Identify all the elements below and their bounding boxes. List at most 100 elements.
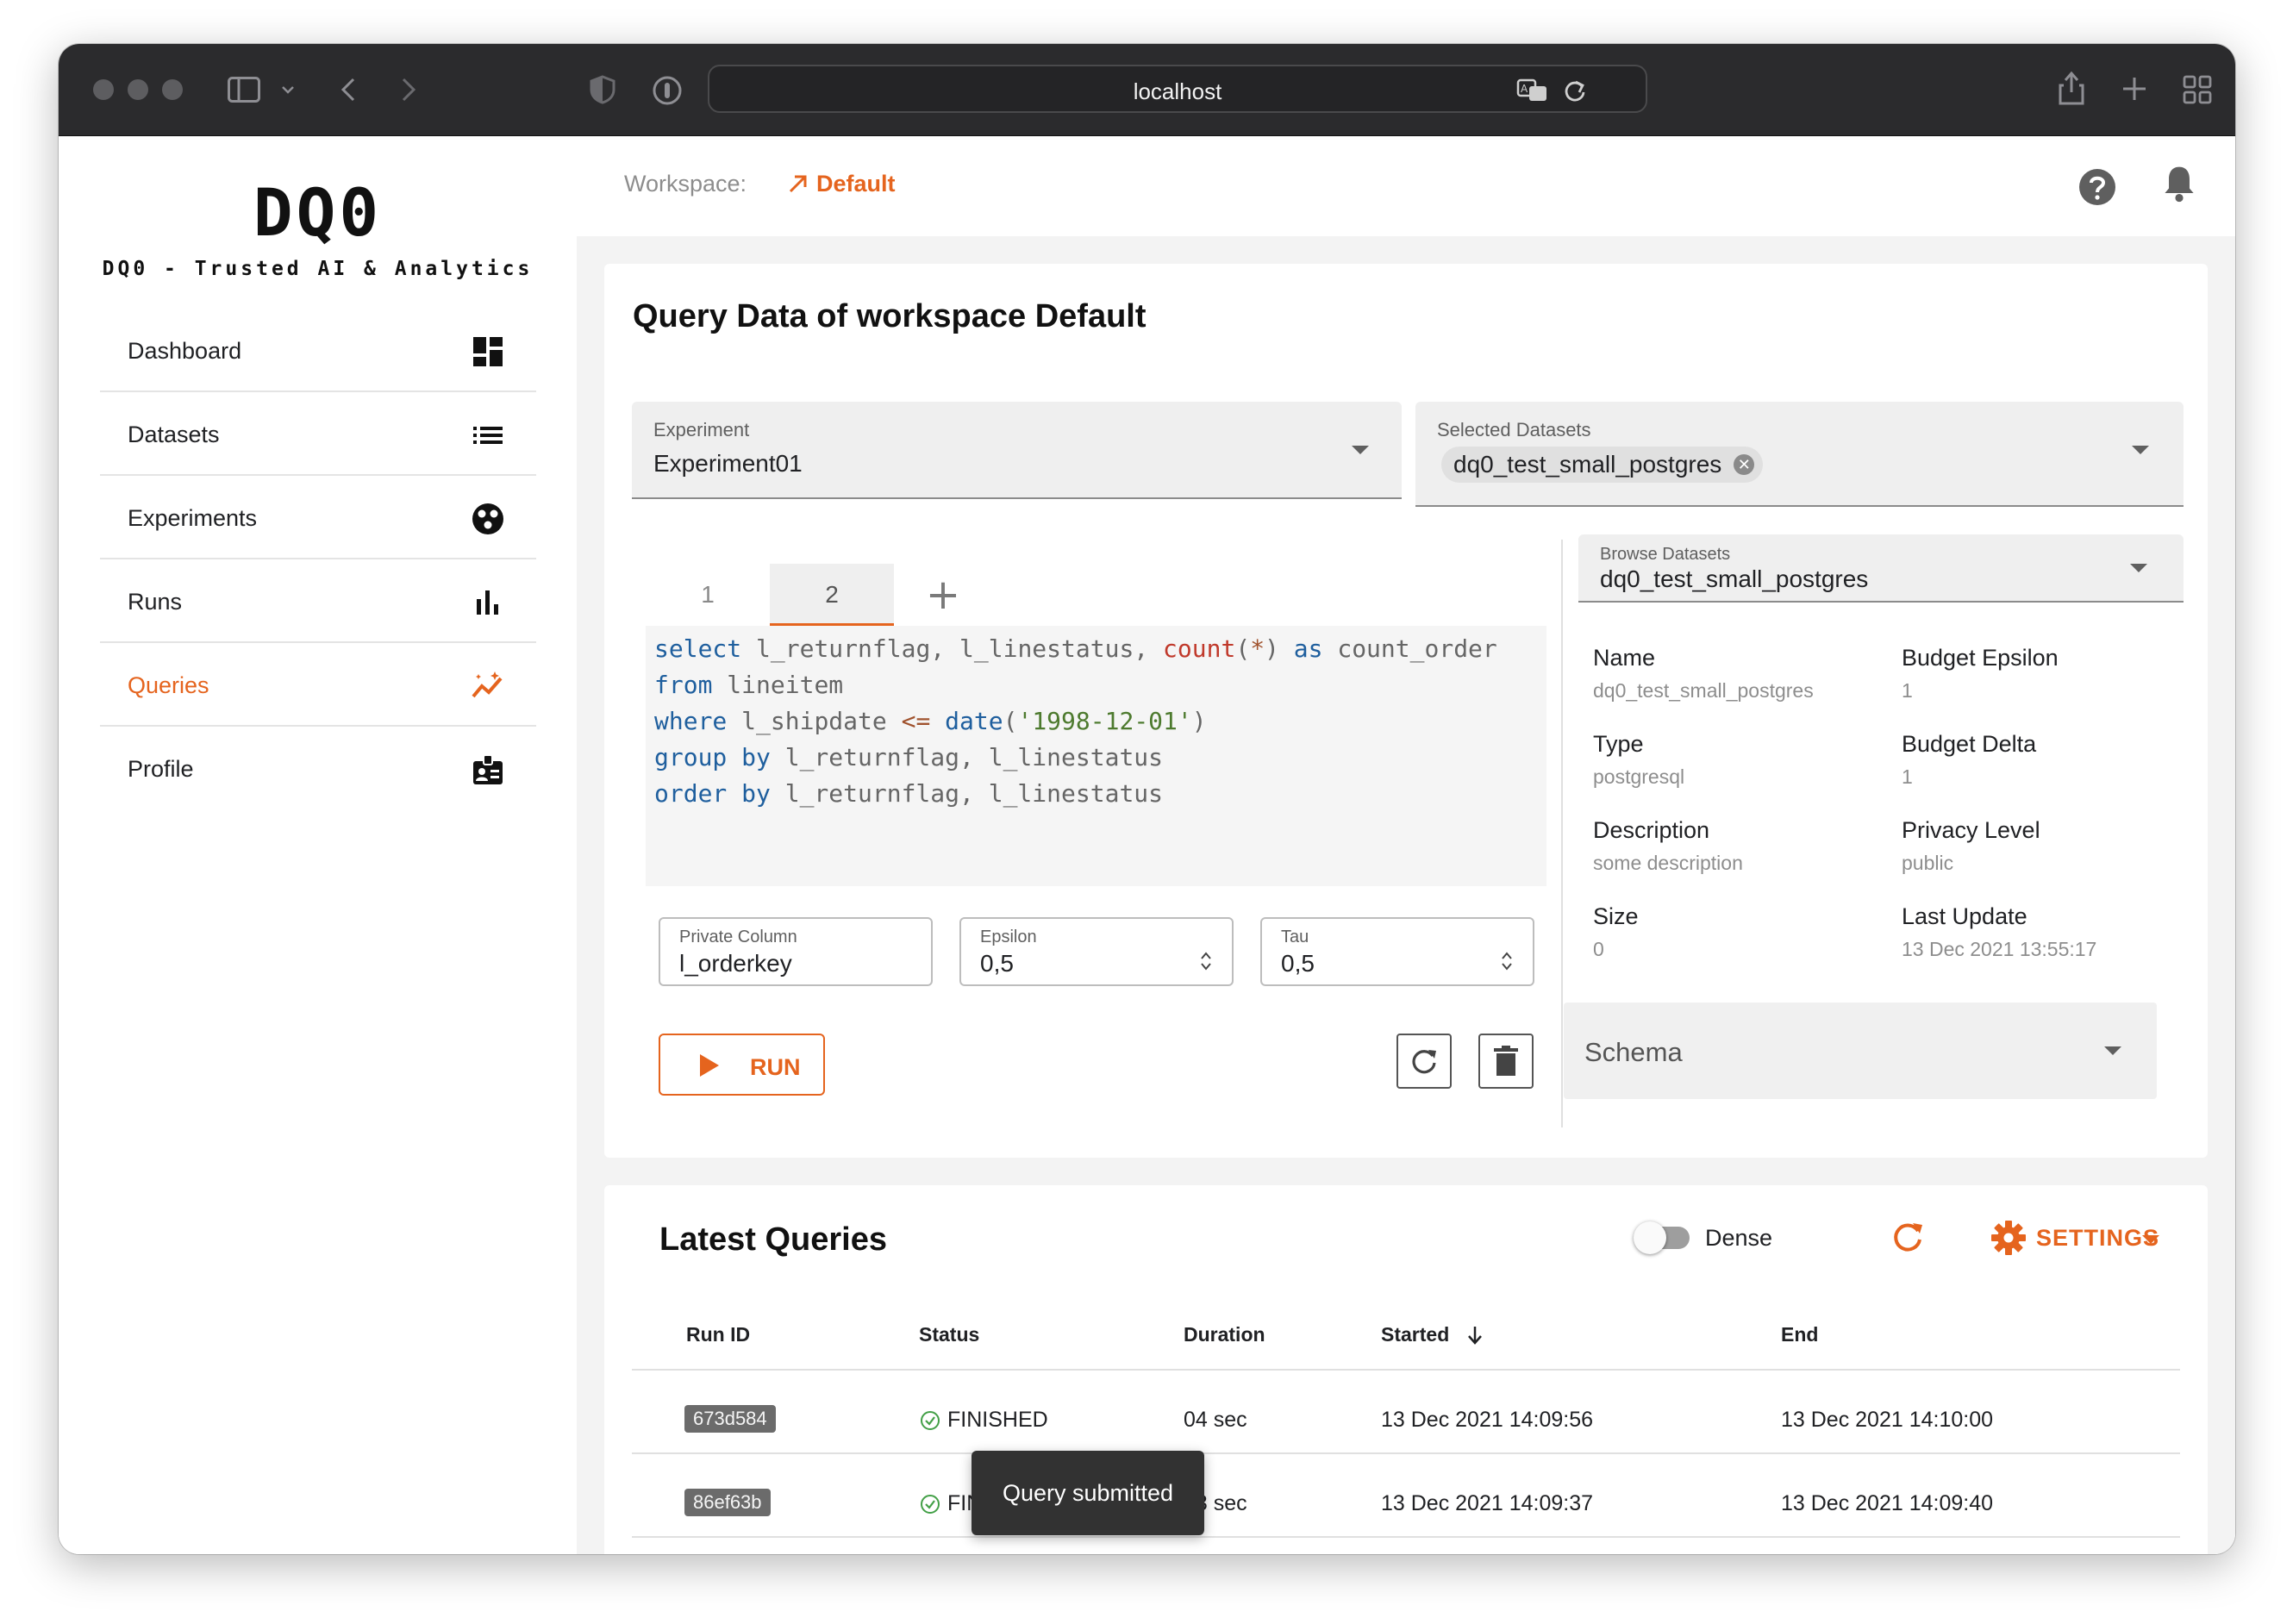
sidebar-toggle-icon[interactable] bbox=[228, 77, 260, 103]
back-icon[interactable] bbox=[340, 77, 357, 103]
code-token: '1998-12-01' bbox=[1017, 707, 1192, 735]
detail-type-value: postgresql bbox=[1593, 765, 1685, 788]
sidebar-item-datasets[interactable]: Datasets bbox=[100, 392, 536, 476]
code-line-3: where l_shipdate <= date('1998-12-01') bbox=[654, 707, 1207, 735]
sidebar-item-profile[interactable]: Profile bbox=[100, 727, 536, 810]
sidebar-item-label: Dashboard bbox=[128, 338, 242, 364]
browse-datasets-select[interactable]: Browse Datasets dq0_test_small_postgres bbox=[1578, 534, 2184, 603]
dense-toggle[interactable] bbox=[1634, 1221, 1666, 1254]
code-token: date bbox=[945, 707, 1003, 735]
query-tab-1[interactable]: 1 bbox=[646, 564, 770, 626]
add-tab-icon[interactable]: + bbox=[912, 564, 974, 626]
epsilon-field[interactable]: Epsilon 0,5 bbox=[959, 917, 1234, 986]
sidebar-item-queries[interactable]: Queries bbox=[100, 643, 536, 727]
workspace-label: Workspace: bbox=[624, 171, 747, 197]
table-divider bbox=[632, 1369, 2180, 1371]
address-bar[interactable]: localhost A bbox=[708, 65, 1647, 113]
detail-size-value: 0 bbox=[1593, 938, 1604, 960]
window-zoom-button[interactable] bbox=[162, 79, 183, 100]
refresh-icon[interactable] bbox=[1891, 1220, 1926, 1254]
settings-caret-icon[interactable] bbox=[2142, 1235, 2159, 1244]
column-header-duration[interactable]: Duration bbox=[1184, 1323, 1265, 1346]
started-text: 13 Dec 2021 14:09:56 bbox=[1381, 1408, 1594, 1432]
selected-datasets-select[interactable]: Selected Datasets dq0_test_small_postgre… bbox=[1415, 402, 2184, 507]
forward-icon[interactable] bbox=[400, 77, 417, 103]
refresh-query-button[interactable] bbox=[1396, 1034, 1452, 1089]
delete-query-button[interactable] bbox=[1478, 1034, 1534, 1089]
column-header-started[interactable]: Started bbox=[1381, 1323, 1449, 1346]
main-content: Workspace: Default Query Data of workspa… bbox=[577, 136, 2235, 1554]
help-icon[interactable] bbox=[2077, 167, 2117, 207]
new-tab-icon[interactable] bbox=[2121, 75, 2148, 103]
code-token: count bbox=[1163, 634, 1236, 663]
detail-type-label: Type bbox=[1593, 731, 1644, 757]
stepper-icon[interactable] bbox=[1500, 950, 1514, 972]
tau-value: 0,5 bbox=[1281, 950, 1315, 977]
detail-last-update-label: Last Update bbox=[1902, 903, 2027, 929]
workspace-link[interactable]: Default bbox=[816, 171, 896, 197]
detail-description-label: Description bbox=[1593, 817, 1710, 843]
settings-button[interactable]: SETTINGS bbox=[2036, 1225, 2159, 1252]
password-icon[interactable] bbox=[652, 75, 683, 106]
experiment-select[interactable]: Experiment Experiment01 bbox=[632, 402, 1402, 499]
code-line-2: from lineitem bbox=[654, 671, 844, 699]
detail-privacy-level-value: public bbox=[1902, 852, 1954, 874]
chip-remove-icon[interactable]: ✕ bbox=[1734, 454, 1755, 475]
notifications-bell-icon[interactable] bbox=[2159, 164, 2199, 203]
column-header-run-id[interactable]: Run ID bbox=[686, 1323, 750, 1346]
sidebar-item-label: Datasets bbox=[128, 422, 220, 447]
end-text: 13 Dec 2021 14:09:40 bbox=[1781, 1491, 1994, 1515]
run-button[interactable]: RUN bbox=[659, 1034, 825, 1096]
dashboard-icon bbox=[473, 337, 503, 366]
sidebar-item-experiments[interactable]: Experiments bbox=[100, 476, 536, 559]
brand-logo[interactable]: DQ0 bbox=[59, 174, 577, 251]
latest-queries-title: Latest Queries bbox=[659, 1221, 887, 1258]
epsilon-label: Epsilon bbox=[980, 928, 1037, 946]
tau-label: Tau bbox=[1281, 928, 1309, 946]
private-column-value: l_orderkey bbox=[679, 950, 792, 977]
dataset-chip[interactable]: dq0_test_small_postgres ✕ bbox=[1441, 447, 1764, 483]
browse-datasets-label: Browse Datasets bbox=[1600, 545, 1731, 564]
share-icon[interactable] bbox=[2057, 70, 2086, 106]
privacy-shield-icon[interactable] bbox=[590, 75, 615, 104]
brand-tagline: DQ0 - Trusted AI & Analytics bbox=[102, 258, 534, 280]
column-header-status[interactable]: Status bbox=[919, 1323, 979, 1346]
detail-name-label: Name bbox=[1593, 645, 1656, 671]
caret-down-icon bbox=[1352, 446, 1369, 454]
arrow-up-right-icon[interactable] bbox=[787, 172, 809, 195]
sort-arrow-down-icon[interactable] bbox=[1466, 1325, 1484, 1346]
chevron-down-icon[interactable] bbox=[281, 85, 295, 94]
sidebar-item-dashboard[interactable]: Dashboard bbox=[100, 309, 536, 392]
tab-overview-icon[interactable] bbox=[2183, 75, 2212, 104]
sql-editor[interactable]: select l_returnflag, l_linestatus, count… bbox=[646, 626, 1546, 886]
private-column-field[interactable]: Private Column l_orderkey bbox=[659, 917, 933, 986]
query-tab-2[interactable]: 2 bbox=[770, 564, 894, 626]
app-root: DQ0 DQ0 - Trusted AI & Analytics Dashboa… bbox=[59, 136, 2235, 1554]
code-token: as bbox=[1293, 634, 1323, 663]
table-divider bbox=[632, 1536, 2180, 1538]
tau-field[interactable]: Tau 0,5 bbox=[1260, 917, 1534, 986]
latest-queries-card: Latest Queries Dense SETTINGS Run ID Sta… bbox=[604, 1185, 2208, 1554]
translate-icon[interactable]: A bbox=[1516, 78, 1549, 103]
status-text: FINISHED bbox=[947, 1408, 1048, 1432]
check-mark bbox=[925, 1500, 935, 1509]
url-text: localhost bbox=[1133, 78, 1222, 104]
run-id-badge[interactable]: 86ef63b bbox=[684, 1489, 771, 1516]
code-line-4: group by l_returnflag, l_linestatus bbox=[654, 743, 1164, 771]
column-header-end[interactable]: End bbox=[1781, 1323, 1818, 1346]
window-close-button[interactable] bbox=[93, 79, 114, 100]
sidebar-nav: Dashboard Datasets Experiments Runs Quer… bbox=[100, 309, 536, 810]
schema-expander[interactable]: Schema bbox=[1564, 1003, 2157, 1099]
experiments-icon bbox=[472, 503, 503, 534]
code-token: * bbox=[1250, 634, 1265, 663]
gear-icon[interactable] bbox=[1990, 1220, 2027, 1256]
window-minimize-button[interactable] bbox=[128, 79, 148, 100]
reload-icon[interactable] bbox=[1563, 78, 1587, 103]
sidebar-item-runs[interactable]: Runs bbox=[100, 559, 536, 643]
stepper-icon[interactable] bbox=[1199, 950, 1213, 972]
end-text: 13 Dec 2021 14:10:00 bbox=[1781, 1408, 1994, 1432]
run-id-badge[interactable]: 673d584 bbox=[684, 1405, 776, 1433]
queries-icon bbox=[472, 671, 503, 698]
sidebar-item-label: Runs bbox=[128, 589, 183, 615]
detail-budget-delta-value: 1 bbox=[1902, 765, 1913, 788]
